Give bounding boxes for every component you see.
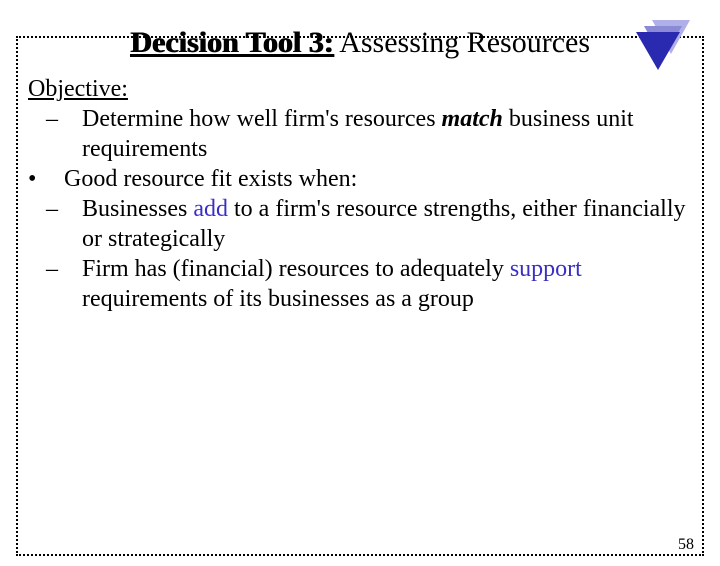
- triangle-stack-icon: [622, 20, 702, 90]
- page-number: 58: [678, 536, 694, 554]
- slide-border: [16, 36, 704, 556]
